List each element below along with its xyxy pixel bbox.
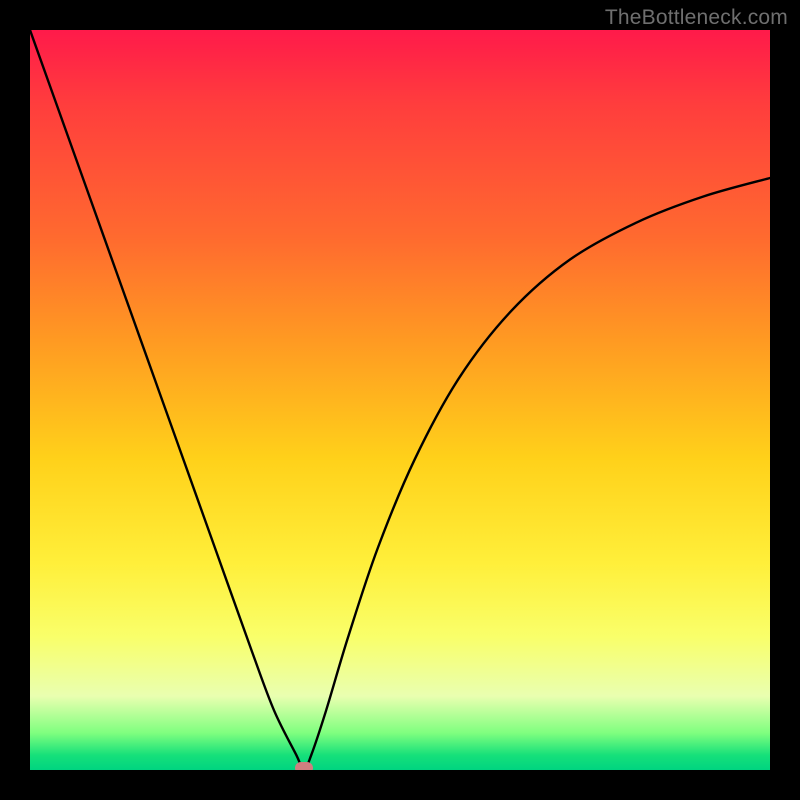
plot-area [30,30,770,770]
bottleneck-curve [30,30,770,770]
minimum-marker [295,762,313,770]
chart-frame: TheBottleneck.com [0,0,800,800]
watermark-text: TheBottleneck.com [605,6,788,30]
